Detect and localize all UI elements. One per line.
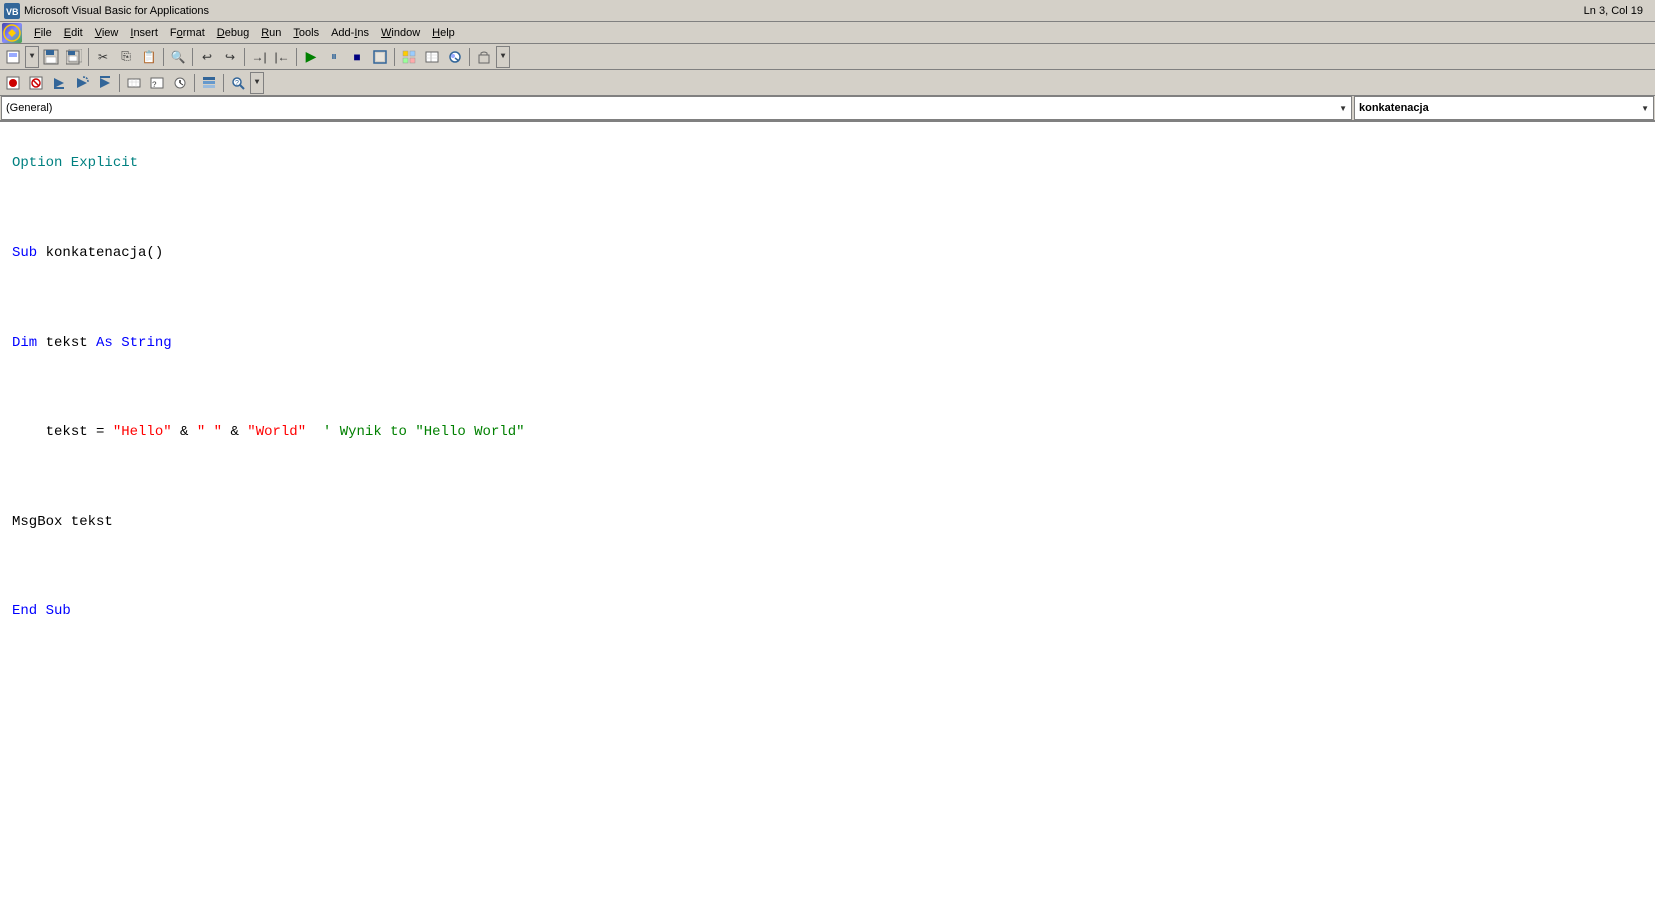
svg-text:?: ?	[235, 80, 239, 87]
dropdowns-bar: (General) ▼ konkatenacja ▼	[0, 96, 1655, 122]
outdent-btn[interactable]: |←	[271, 46, 293, 68]
procedure-dropdown-value: konkatenacja	[1359, 102, 1429, 114]
code-editor[interactable]: Option Explicit Sub konkatenacja() Dim t…	[0, 122, 1655, 898]
procedure-dropdown-arrow: ▼	[1641, 104, 1649, 113]
save-all-btn[interactable]	[63, 46, 85, 68]
sep-6	[394, 48, 395, 66]
indent-btn[interactable]: →|	[248, 46, 270, 68]
cut-btn[interactable]: ✂	[92, 46, 114, 68]
step-out-btn[interactable]	[94, 72, 116, 94]
code-line-1: Option Explicit	[12, 152, 1643, 174]
menu-run[interactable]: Run	[255, 25, 287, 41]
object-browser-btn[interactable]	[444, 46, 466, 68]
svg-text:?: ?	[152, 81, 157, 90]
menu-view[interactable]: View	[89, 25, 125, 41]
code-line-11: End Sub	[12, 600, 1643, 622]
menu-insert[interactable]: Insert	[124, 25, 164, 41]
watch-btn[interactable]	[169, 72, 191, 94]
svg-text:VB: VB	[6, 7, 19, 17]
call-stack-btn[interactable]	[198, 72, 220, 94]
redo-btn[interactable]: ↪	[219, 46, 241, 68]
code-line-10	[12, 555, 1643, 577]
title-bar: VB Microsoft Visual Basic for Applicatio…	[0, 0, 1655, 22]
undo-btn[interactable]: ↩	[196, 46, 218, 68]
procedure-dropdown[interactable]: konkatenacja ▼	[1354, 96, 1654, 120]
sep-7	[469, 48, 470, 66]
toolbar-row-1: ▼ ✂ ⎘ 📋 🔍 ↩ ↪ →| |← ▶ ⏸ ■ ▼	[0, 44, 1655, 70]
app-icon: VB	[4, 3, 20, 19]
code-line-7: tekst = "Hello" & " " & "World" ' Wynik …	[12, 421, 1643, 443]
design-mode-btn[interactable]	[369, 46, 391, 68]
break-btn[interactable]: ⏸	[323, 46, 345, 68]
code-line-3: Sub konkatenacja()	[12, 242, 1643, 264]
menu-debug[interactable]: Debug	[211, 25, 255, 41]
menu-help[interactable]: Help	[426, 25, 461, 41]
sep-9	[194, 74, 195, 92]
menu-format[interactable]: Format	[164, 25, 211, 41]
object-dropdown-value: (General)	[6, 102, 52, 114]
menu-bar: File Edit View Insert Format Debug Run T…	[0, 22, 1655, 44]
new-dropdown-btn[interactable]: ▼	[25, 46, 39, 68]
toolbar2-end-dropdown[interactable]: ▼	[250, 72, 264, 94]
clear-bkpt-btn[interactable]	[25, 72, 47, 94]
properties-btn[interactable]	[421, 46, 443, 68]
app-logo	[2, 23, 22, 43]
step-into-btn[interactable]	[48, 72, 70, 94]
object-dropdown-arrow: ▼	[1339, 104, 1347, 113]
sep-2	[163, 48, 164, 66]
new-project-btn[interactable]	[2, 46, 24, 68]
menu-tools[interactable]: Tools	[287, 25, 325, 41]
code-line-6	[12, 376, 1643, 398]
object-dropdown[interactable]: (General) ▼	[1, 96, 1352, 120]
toolbar-row-2: ? ? ▼	[0, 70, 1655, 96]
toolbar-end-dropdown[interactable]: ▼	[496, 46, 510, 68]
locals-btn[interactable]	[123, 72, 145, 94]
cursor-position: Ln 3, Col 19	[1584, 5, 1643, 17]
code-line-2	[12, 197, 1643, 219]
menu-file[interactable]: File	[28, 25, 58, 41]
immediate-btn[interactable]: ?	[146, 72, 168, 94]
paste-btn[interactable]: 📋	[138, 46, 160, 68]
project-explorer-btn[interactable]	[398, 46, 420, 68]
menu-window[interactable]: Window	[375, 25, 426, 41]
step-over-btn[interactable]	[71, 72, 93, 94]
copy-btn[interactable]: ⎘	[115, 46, 137, 68]
sep-8	[119, 74, 120, 92]
toolbox-btn[interactable]	[473, 46, 495, 68]
toggle-bkpt-btn[interactable]	[2, 72, 24, 94]
code-line-8	[12, 466, 1643, 488]
sep-5	[296, 48, 297, 66]
save-btn[interactable]	[40, 46, 62, 68]
code-line-4	[12, 287, 1643, 309]
sep-4	[244, 48, 245, 66]
find-btn[interactable]: 🔍	[167, 46, 189, 68]
title-text: Microsoft Visual Basic for Applications	[24, 5, 1584, 17]
menu-addins[interactable]: Add-Ins	[325, 25, 375, 41]
menu-edit[interactable]: Edit	[58, 25, 89, 41]
quick-watch-btn[interactable]: ?	[227, 72, 249, 94]
sep-10	[223, 74, 224, 92]
reset-btn[interactable]: ■	[346, 46, 368, 68]
code-line-9: MsgBox tekst	[12, 511, 1643, 533]
code-line-5: Dim tekst As String	[12, 332, 1643, 354]
run-sub-btn[interactable]: ▶	[300, 46, 322, 68]
sep-3	[192, 48, 193, 66]
sep-1	[88, 48, 89, 66]
